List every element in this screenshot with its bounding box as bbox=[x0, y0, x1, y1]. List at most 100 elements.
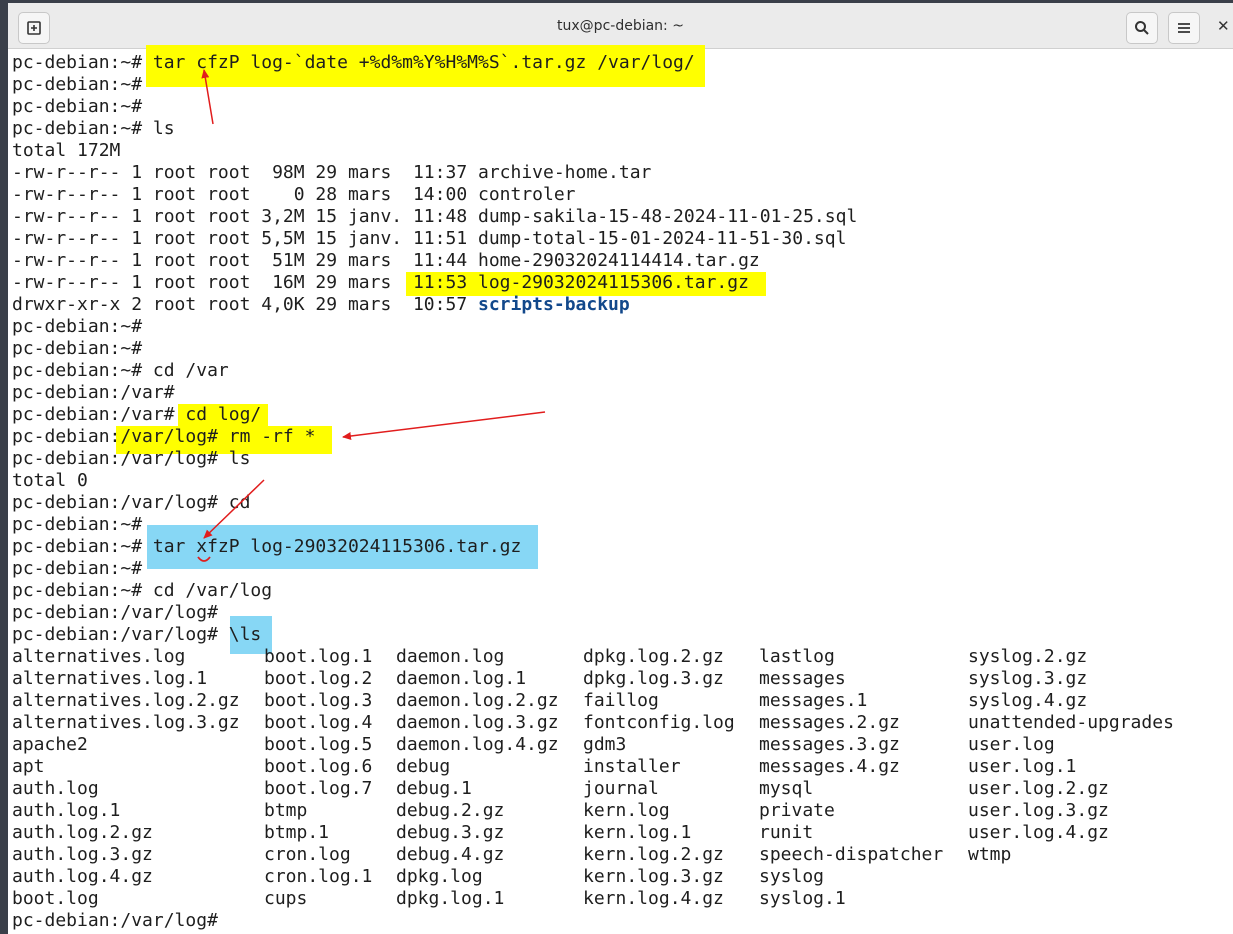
terminal-line: pc-debian:~# tar xfzP log-29032024115306… bbox=[12, 536, 522, 557]
log-file-entry: messages.4.gz bbox=[759, 756, 900, 777]
log-file-entry: syslog.1 bbox=[759, 888, 846, 909]
log-file-entry: daemon.log.1 bbox=[396, 668, 527, 689]
log-file-entry: cups bbox=[264, 888, 308, 909]
terminal-line: pc-debian:~# bbox=[12, 96, 143, 117]
terminal-line: pc-debian:~# bbox=[12, 514, 143, 535]
terminal-line: pc-debian:/var/log# ls bbox=[12, 448, 251, 469]
log-file-entry: auth.log.4.gz bbox=[12, 866, 153, 887]
log-file-entry: kern.log bbox=[583, 800, 670, 821]
log-file-entry: daemon.log bbox=[396, 646, 505, 667]
terminal-line: pc-debian:~# cd /var bbox=[12, 360, 229, 381]
terminal-line: pc-debian:/var# bbox=[12, 382, 175, 403]
log-file-entry: apt bbox=[12, 756, 45, 777]
log-file-entry: debug.3.gz bbox=[396, 822, 505, 843]
terminal-line: -rw-r--r-- 1 root root 5,5M 15 janv. 11:… bbox=[12, 228, 847, 249]
terminal-line: pc-debian:~# cd /var/log bbox=[12, 580, 273, 601]
log-file-entry: boot.log.6 bbox=[264, 756, 373, 777]
menu-button[interactable] bbox=[1168, 12, 1200, 44]
log-file-entry: mysql bbox=[759, 778, 814, 799]
log-file-entry: alternatives.log.1 bbox=[12, 668, 208, 689]
log-file-entry: daemon.log.3.gz bbox=[396, 712, 559, 733]
log-file-entry: alternatives.log.3.gz bbox=[12, 712, 240, 733]
log-file-entry: syslog.4.gz bbox=[968, 690, 1088, 711]
log-file-entry: dpkg.log bbox=[396, 866, 483, 887]
terminal-line: total 172M bbox=[12, 140, 121, 161]
terminal-line: pc-debian:/var/log# \ls bbox=[12, 624, 262, 645]
log-file-entry: boot.log.3 bbox=[264, 690, 373, 711]
log-file-entry: kern.log.1 bbox=[583, 822, 692, 843]
log-file-entry: user.log.1 bbox=[968, 756, 1077, 777]
log-file-entry: user.log.4.gz bbox=[968, 822, 1109, 843]
terminal-area[interactable]: pc-debian:~# tar cfzP log-`date +%d%m%Y%… bbox=[10, 45, 1233, 934]
terminal-line: pc-debian:~# bbox=[12, 316, 143, 337]
log-file-entry: unattended-upgrades bbox=[968, 712, 1174, 733]
terminal-line: pc-debian:~# tar cfzP log-`date +%d%m%Y%… bbox=[12, 52, 695, 73]
log-file-entry: lastlog bbox=[759, 646, 835, 667]
terminal-line: -rw-r--r-- 1 root root 3,2M 15 janv. 11:… bbox=[12, 206, 858, 227]
log-file-entry: faillog bbox=[583, 690, 659, 711]
terminal-line: pc-debian:/var# cd log/ bbox=[12, 404, 262, 425]
log-file-entry: alternatives.log bbox=[12, 646, 186, 667]
window-title: tux@pc-debian: ~ bbox=[557, 18, 684, 34]
log-file-entry: daemon.log.4.gz bbox=[396, 734, 559, 755]
terminal-line: pc-debian:~# bbox=[12, 558, 143, 579]
log-file-entry: boot.log.5 bbox=[264, 734, 373, 755]
close-button[interactable]: ✕ bbox=[1217, 17, 1233, 35]
terminal-line: pc-debian:~# ls bbox=[12, 118, 175, 139]
terminal-line: total 0 bbox=[12, 470, 88, 491]
terminal-line: -rw-r--r-- 1 root root 51M 29 mars 11:44… bbox=[12, 250, 760, 271]
search-button[interactable] bbox=[1126, 12, 1158, 44]
log-file-entry: runit bbox=[759, 822, 814, 843]
log-file-entry: syslog.3.gz bbox=[968, 668, 1088, 689]
log-file-entry: messages.2.gz bbox=[759, 712, 900, 733]
terminal-line: -rw-r--r-- 1 root root 16M 29 mars 11:53… bbox=[12, 272, 749, 293]
log-file-entry: alternatives.log.2.gz bbox=[12, 690, 240, 711]
log-file-entry: fontconfig.log bbox=[583, 712, 735, 733]
log-file-entry: user.log.3.gz bbox=[968, 800, 1109, 821]
log-file-entry: cron.log.1 bbox=[264, 866, 373, 887]
log-file-entry: auth.log.2.gz bbox=[12, 822, 153, 843]
log-file-entry: syslog.2.gz bbox=[968, 646, 1088, 667]
log-file-entry: installer bbox=[583, 756, 681, 777]
terminal-line-final-prompt: pc-debian:/var/log# bbox=[12, 910, 218, 931]
terminal-line: -rw-r--r-- 1 root root 0 28 mars 14:00 c… bbox=[12, 184, 576, 205]
search-icon bbox=[1135, 21, 1149, 35]
log-file-entry: messages bbox=[759, 668, 846, 689]
log-file-entry: cron.log bbox=[264, 844, 351, 865]
terminal-line: pc-debian:~# bbox=[12, 338, 143, 359]
log-file-entry: kern.log.3.gz bbox=[583, 866, 724, 887]
log-file-entry: user.log bbox=[968, 734, 1055, 755]
log-file-entry: dpkg.log.1 bbox=[396, 888, 505, 909]
listing-prefix: drwxr-xr-x 2 root root 4,0K 29 mars 10:5… bbox=[12, 294, 478, 315]
log-file-entry: kern.log.4.gz bbox=[583, 888, 724, 909]
log-file-entry: daemon.log.2.gz bbox=[396, 690, 559, 711]
log-file-entry: wtmp bbox=[968, 844, 1012, 865]
log-file-entry: user.log.2.gz bbox=[968, 778, 1109, 799]
log-file-entry: dpkg.log.2.gz bbox=[583, 646, 724, 667]
window-frame-left bbox=[0, 0, 8, 934]
log-file-entry: boot.log.1 bbox=[264, 646, 373, 667]
log-file-entry: boot.log bbox=[12, 888, 99, 909]
terminal-line: pc-debian:/var/log# cd bbox=[12, 492, 251, 513]
log-file-entry: boot.log.4 bbox=[264, 712, 373, 733]
log-file-entry: gdm3 bbox=[583, 734, 627, 755]
directory-name: scripts-backup bbox=[478, 294, 630, 315]
log-file-entry: messages.3.gz bbox=[759, 734, 900, 755]
log-file-entry: debug bbox=[396, 756, 451, 777]
log-file-entry: syslog bbox=[759, 866, 825, 887]
title-bar[interactable]: tux@pc-debian: ~ ✕ bbox=[8, 3, 1233, 49]
log-file-entry: private bbox=[759, 800, 835, 821]
terminal-line: pc-debian:/var/log# rm -rf * bbox=[12, 426, 316, 447]
hamburger-menu-icon bbox=[1178, 23, 1190, 33]
log-file-entry: boot.log.2 bbox=[264, 668, 373, 689]
log-file-entry: boot.log.7 bbox=[264, 778, 373, 799]
log-file-entry: dpkg.log.3.gz bbox=[583, 668, 724, 689]
log-file-entry: debug.4.gz bbox=[396, 844, 505, 865]
log-file-entry: speech-dispatcher bbox=[759, 844, 944, 865]
terminal-line: pc-debian:/var/log# bbox=[12, 602, 218, 623]
log-file-entry: kern.log.2.gz bbox=[583, 844, 724, 865]
terminal-line: pc-debian:~# bbox=[12, 74, 143, 95]
terminal-line: drwxr-xr-x 2 root root 4,0K 29 mars 10:5… bbox=[12, 294, 630, 316]
log-file-entry: btmp.1 bbox=[264, 822, 330, 843]
log-file-entry: messages.1 bbox=[759, 690, 868, 711]
